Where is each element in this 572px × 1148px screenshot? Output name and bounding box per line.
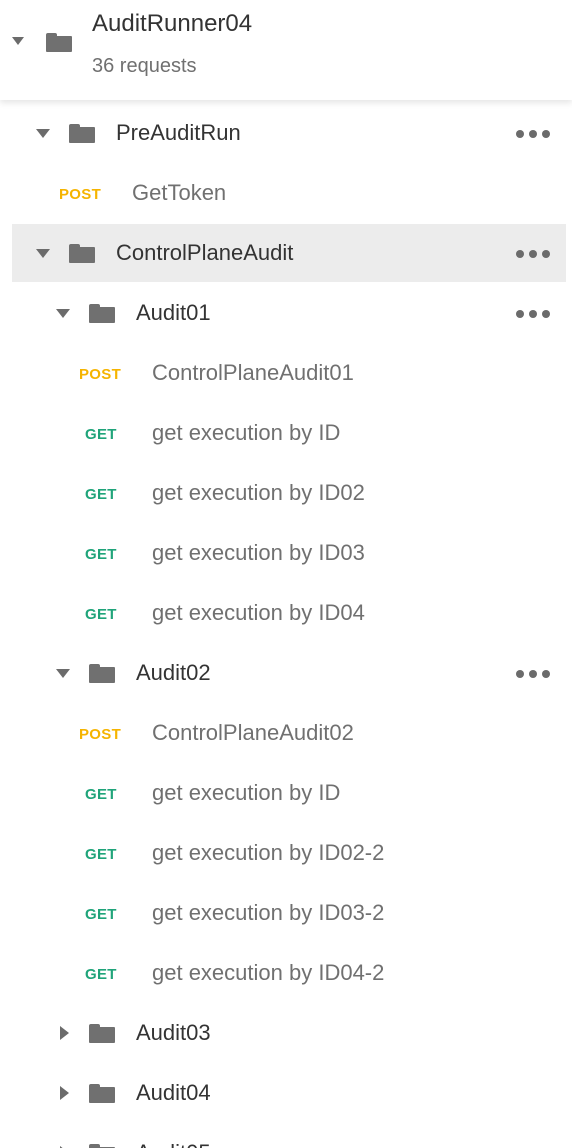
folder-icon bbox=[89, 1144, 115, 1148]
folder-icon bbox=[69, 124, 95, 143]
folder-label: Audit03 bbox=[136, 1020, 211, 1045]
method-badge: GET bbox=[85, 846, 117, 863]
collection-tree: PreAuditRun POST GetToken ControlPlaneAu… bbox=[0, 100, 572, 1148]
method-badge: GET bbox=[85, 546, 117, 563]
chevron-down-icon[interactable] bbox=[36, 129, 50, 138]
folder-label: Audit05 bbox=[136, 1140, 211, 1148]
chevron-down-icon[interactable] bbox=[56, 669, 70, 678]
more-options-icon[interactable] bbox=[516, 670, 550, 678]
request-row-gettoken[interactable]: POST GetToken bbox=[12, 164, 566, 222]
chevron-right-icon[interactable] bbox=[60, 1086, 69, 1100]
more-options-icon[interactable] bbox=[516, 130, 550, 138]
method-badge: POST bbox=[79, 366, 122, 383]
folder-label: Audit02 bbox=[136, 660, 211, 685]
chevron-right-icon[interactable] bbox=[60, 1026, 69, 1040]
request-label: get execution by ID03 bbox=[152, 540, 365, 565]
folder-label: Audit01 bbox=[136, 300, 211, 325]
folder-row-audit05[interactable]: Audit05 bbox=[12, 1124, 566, 1148]
folder-row-audit02[interactable]: Audit02 bbox=[12, 644, 566, 702]
method-badge: GET bbox=[85, 426, 117, 443]
method-badge: POST bbox=[79, 726, 122, 743]
request-row[interactable]: GET get execution by ID03-2 bbox=[12, 884, 566, 942]
folder-row-preauditrun[interactable]: PreAuditRun bbox=[12, 104, 566, 162]
folder-row-audit03[interactable]: Audit03 bbox=[12, 1004, 566, 1062]
folder-label: ControlPlaneAudit bbox=[116, 240, 294, 265]
request-row[interactable]: GET get execution by ID bbox=[12, 764, 566, 822]
request-label: get execution by ID04-2 bbox=[152, 960, 385, 985]
request-label: get execution by ID04 bbox=[152, 600, 365, 625]
folder-icon bbox=[89, 304, 115, 323]
request-row[interactable]: GET get execution by ID04 bbox=[12, 584, 566, 642]
method-badge: POST bbox=[59, 186, 102, 203]
folder-row-controlplaneaudit[interactable]: ControlPlaneAudit bbox=[12, 224, 566, 282]
method-badge: GET bbox=[85, 606, 117, 623]
collection-header[interactable]: AuditRunner04 36 requests bbox=[0, 0, 572, 100]
request-row[interactable]: GET get execution by ID04-2 bbox=[12, 944, 566, 1002]
request-label: GetToken bbox=[132, 180, 227, 205]
more-options-icon[interactable] bbox=[516, 250, 550, 258]
request-label: get execution by ID bbox=[152, 420, 341, 445]
request-row[interactable]: GET get execution by ID bbox=[12, 404, 566, 462]
chevron-down-icon[interactable] bbox=[12, 37, 24, 45]
request-label: get execution by ID02-2 bbox=[152, 840, 385, 865]
folder-row-audit01[interactable]: Audit01 bbox=[12, 284, 566, 342]
collection-folder-icon bbox=[46, 33, 72, 52]
folder-icon bbox=[89, 1084, 115, 1103]
method-badge: GET bbox=[85, 486, 117, 503]
request-row[interactable]: GET get execution by ID03 bbox=[12, 524, 566, 582]
chevron-down-icon[interactable] bbox=[56, 309, 70, 318]
folder-row-audit04[interactable]: Audit04 bbox=[12, 1064, 566, 1122]
request-row[interactable]: GET get execution by ID02-2 bbox=[12, 824, 566, 882]
folder-icon bbox=[89, 664, 115, 683]
folder-label: PreAuditRun bbox=[116, 120, 241, 145]
method-badge: GET bbox=[85, 966, 117, 983]
request-row[interactable]: POST ControlPlaneAudit02 bbox=[12, 704, 566, 762]
request-label: get execution by ID03-2 bbox=[152, 900, 385, 925]
folder-icon bbox=[89, 1024, 115, 1043]
request-label: ControlPlaneAudit02 bbox=[152, 720, 354, 745]
method-badge: GET bbox=[85, 906, 117, 923]
request-row[interactable]: GET get execution by ID02 bbox=[12, 464, 566, 522]
request-label: get execution by ID02 bbox=[152, 480, 365, 505]
folder-label: Audit04 bbox=[136, 1080, 211, 1105]
request-row[interactable]: POST ControlPlaneAudit01 bbox=[12, 344, 566, 402]
method-badge: GET bbox=[85, 786, 117, 803]
more-options-icon[interactable] bbox=[516, 310, 550, 318]
request-label: get execution by ID bbox=[152, 780, 341, 805]
collection-sidebar: AuditRunner04 36 requests PreAuditRun PO… bbox=[0, 0, 572, 1148]
collection-request-count: 36 requests bbox=[92, 55, 197, 77]
collection-name[interactable]: AuditRunner04 bbox=[92, 10, 252, 38]
folder-icon bbox=[69, 244, 95, 263]
request-label: ControlPlaneAudit01 bbox=[152, 360, 354, 385]
chevron-down-icon[interactable] bbox=[36, 249, 50, 258]
